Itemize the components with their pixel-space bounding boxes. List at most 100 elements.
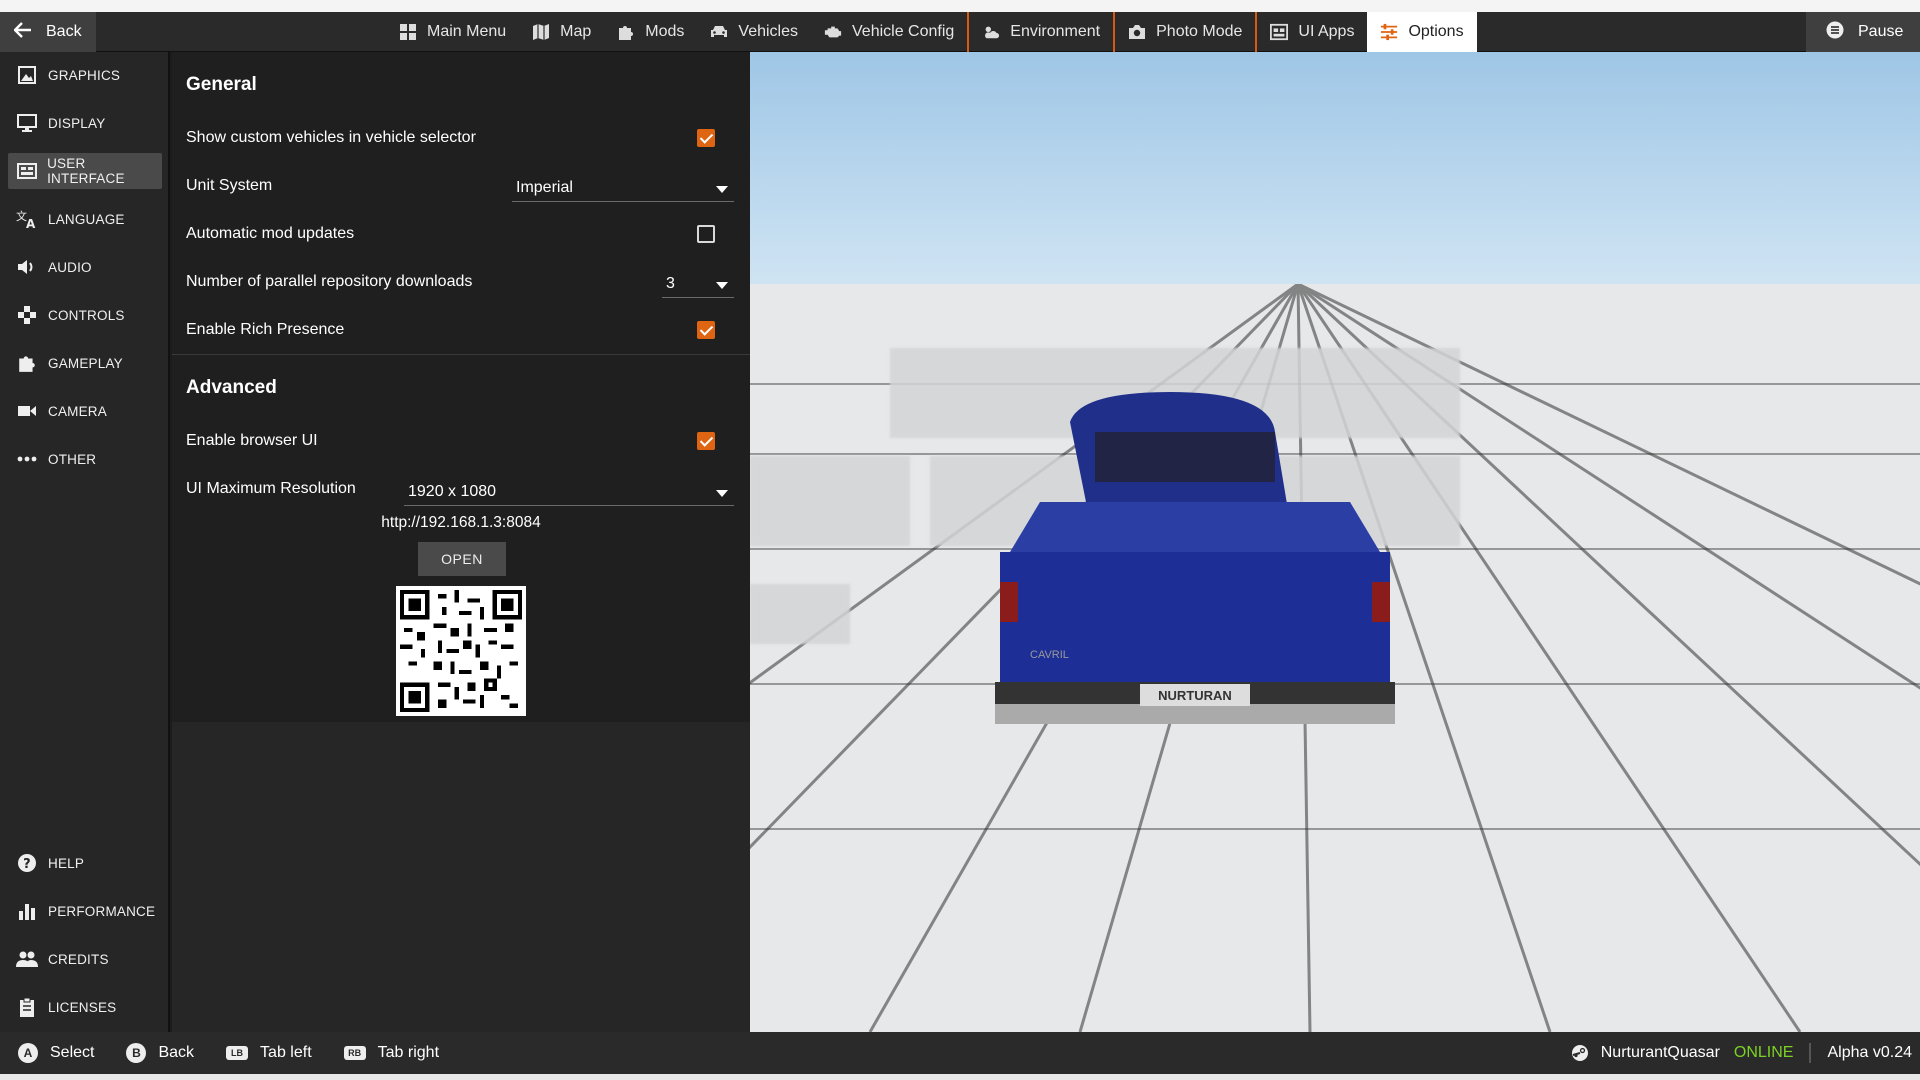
sidebar-item-user-interface[interactable]: USER INTERFACE	[8, 153, 162, 189]
parallel-downloads-label: Number of parallel repository downloads	[186, 273, 473, 290]
browser-ui-checkbox[interactable]	[697, 432, 715, 450]
map-icon	[532, 23, 550, 41]
version-label: Alpha v0.24	[1827, 1044, 1912, 1061]
pause-button[interactable]: Pause	[1806, 12, 1920, 52]
sidebar-item-camera[interactable]: CAMERA	[8, 393, 162, 429]
sidebar-item-credits[interactable]: CREDITS	[8, 941, 162, 977]
auto-mod-updates-label: Automatic mod updates	[186, 225, 355, 242]
back-button-label: Back	[46, 23, 82, 40]
sidebar-item-licenses[interactable]: LICENSES	[8, 989, 162, 1025]
settings-panel: General Show custom vehicles in vehicle …	[172, 52, 750, 1032]
sidebar-item-label: OTHER	[48, 451, 97, 467]
sidebar-item-controls[interactable]: CONTROLS	[8, 297, 162, 333]
tab-label: Vehicles	[738, 23, 798, 40]
show-custom-vehicles-label: Show custom vehicles in vehicle selector	[186, 129, 476, 146]
tab-label: Vehicle Config	[852, 23, 955, 40]
auto-mod-updates-checkbox[interactable]	[697, 225, 715, 243]
speaker-icon	[16, 257, 38, 277]
sidebar-item-label: HELP	[48, 855, 85, 871]
apps-icon	[1270, 23, 1289, 41]
tab-environment[interactable]: Environment	[969, 12, 1116, 52]
rich-presence-label: Enable Rich Presence	[186, 321, 345, 338]
ui-icon	[16, 161, 37, 181]
tab-ui-apps[interactable]: UI Apps	[1257, 12, 1367, 52]
sidebar-item-graphics[interactable]: GRAPHICS	[8, 57, 162, 93]
sidebar-item-label: DISPLAY	[48, 115, 106, 131]
parallel-downloads-value: 3	[666, 274, 675, 292]
hint-back[interactable]: B Back	[126, 1043, 194, 1063]
max-resolution-label: UI Maximum Resolution	[186, 480, 356, 497]
hint-select[interactable]: A Select	[18, 1043, 94, 1063]
tab-photo-mode[interactable]: Photo Mode	[1115, 12, 1258, 52]
show-custom-vehicles-checkbox[interactable]	[697, 129, 715, 147]
sidebar-item-label: CONTROLS	[48, 307, 125, 323]
tab-label: Options	[1408, 23, 1464, 40]
clipboard-icon	[16, 997, 38, 1017]
b-button-icon: B	[126, 1043, 147, 1063]
footer-strip	[0, 1074, 1920, 1080]
back-button[interactable]: Back	[0, 12, 96, 52]
game-window: { "topbar": { "back_label": "Back", "pau…	[0, 0, 1920, 1080]
pause-label: Pause	[1858, 23, 1904, 40]
weather-icon	[982, 23, 1000, 41]
sidebar-item-audio[interactable]: AUDIO	[8, 249, 162, 285]
hint-label: Tab left	[260, 1044, 312, 1061]
section-title-general: General	[186, 74, 257, 95]
tab-map[interactable]: Map	[519, 12, 604, 52]
tab-label: Photo Mode	[1156, 23, 1243, 40]
hint-label: Tab right	[377, 1044, 440, 1061]
browser-ui-url[interactable]: http://192.168.1.3:8084	[172, 514, 750, 532]
grid-icon	[399, 23, 417, 41]
tab-options[interactable]: Options	[1367, 12, 1477, 52]
sidebar-item-label: USER INTERFACE	[47, 156, 125, 186]
game-viewport[interactable]: CAVRIL NURTURAN	[750, 52, 1920, 1032]
options-sidebar: GRAPHICS DISPLAY USER INTERFACE 文A LANGU…	[0, 52, 170, 1032]
tab-label: Map	[560, 23, 592, 40]
max-resolution-select[interactable]: 1920 x 1080	[404, 478, 734, 506]
sidebar-item-language[interactable]: 文A LANGUAGE	[8, 201, 162, 237]
sidebar-item-other[interactable]: OTHER	[8, 441, 162, 477]
section-title-advanced: Advanced	[186, 377, 277, 398]
people-icon	[16, 949, 38, 969]
sidebar-item-label: AUDIO	[48, 259, 92, 275]
qr-code	[396, 586, 526, 716]
browser-ui-label: Enable browser UI	[186, 432, 318, 449]
hint-tab-left[interactable]: LB Tab left	[226, 1044, 312, 1062]
max-resolution-value: 1920 x 1080	[408, 482, 497, 500]
engine-icon	[824, 23, 842, 41]
section-divider	[172, 354, 750, 355]
monitor-icon	[16, 113, 38, 133]
tab-label: UI Apps	[1298, 23, 1355, 40]
chevron-down-icon	[716, 282, 728, 289]
os-title-strip	[0, 0, 1920, 12]
sky	[750, 52, 1920, 284]
tab-vehicle-config[interactable]: Vehicle Config	[811, 12, 970, 52]
sidebar-item-label: LANGUAGE	[48, 211, 125, 227]
bottom-hint-bar: A Select B Back LB Tab left RB Tab right…	[0, 1032, 1920, 1074]
unit-system-select[interactable]: Imperial	[512, 174, 734, 202]
parallel-downloads-select[interactable]: 3	[662, 270, 734, 298]
sidebar-item-label: CAMERA	[48, 403, 107, 419]
chevron-down-icon	[716, 186, 728, 193]
sidebar-item-gameplay[interactable]: GAMEPLAY	[8, 345, 162, 381]
arrow-left-icon	[13, 21, 32, 43]
sidebar-item-help[interactable]: ? HELP	[8, 845, 162, 881]
hint-label: Select	[50, 1044, 95, 1061]
a-button-icon: A	[18, 1043, 38, 1063]
top-navigation-bar: Back Main Menu Map Mods Vehicles Vehicle	[0, 12, 1920, 52]
hint-tab-right[interactable]: RB Tab right	[343, 1044, 440, 1062]
tab-main-menu[interactable]: Main Menu	[386, 12, 519, 52]
open-button[interactable]: OPEN	[418, 542, 506, 576]
svg-text:?: ?	[23, 857, 31, 872]
divider	[1809, 1043, 1812, 1063]
sidebar-item-display[interactable]: DISPLAY	[8, 105, 162, 141]
sidebar-item-performance[interactable]: PERFORMANCE	[8, 893, 162, 929]
tab-mods[interactable]: Mods	[604, 12, 697, 52]
pickup-truck: CAVRIL NURTURAN	[995, 392, 1395, 724]
username: NurturantQuasar	[1600, 1044, 1720, 1061]
puzzle-icon	[617, 23, 635, 41]
tab-vehicles[interactable]: Vehicles	[697, 12, 811, 52]
hint-label: Back	[158, 1044, 195, 1061]
unit-system-label: Unit System	[186, 177, 273, 194]
rich-presence-checkbox[interactable]	[697, 321, 715, 339]
